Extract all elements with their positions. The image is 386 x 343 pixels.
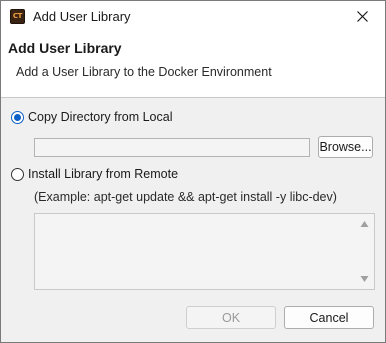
arrow-up-icon[interactable] <box>360 220 369 228</box>
close-button[interactable] <box>339 1 385 32</box>
add-user-library-dialog: CT Add User Library Add User Library Add… <box>0 0 386 343</box>
close-icon <box>356 11 368 22</box>
directory-path-input[interactable] <box>34 138 310 157</box>
ok-button[interactable]: OK <box>186 306 276 329</box>
title-bar: CT Add User Library <box>1 1 385 32</box>
install-remote-label: Install Library from Remote <box>28 167 179 181</box>
page-title: Add User Library <box>8 40 122 56</box>
page-description: Add a User Library to the Docker Environ… <box>16 65 272 79</box>
remote-commands-textarea[interactable] <box>34 213 375 290</box>
remote-example-text: (Example: apt-get update && apt-get inst… <box>34 190 337 204</box>
install-remote-option[interactable]: Install Library from Remote <box>11 167 178 181</box>
browse-button[interactable]: Browse... <box>318 136 373 158</box>
copy-local-label: Copy Directory from Local <box>28 110 173 124</box>
header-banner: Add User Library Add a User Library to t… <box>1 32 385 98</box>
copy-local-option[interactable]: Copy Directory from Local <box>11 110 173 124</box>
copy-local-radio[interactable] <box>11 110 24 124</box>
arrow-down-icon[interactable] <box>360 275 369 283</box>
window-title: Add User Library <box>33 9 131 24</box>
cancel-button[interactable]: Cancel <box>284 306 374 329</box>
install-remote-radio[interactable] <box>11 167 24 181</box>
app-logo-icon: CT <box>10 9 25 24</box>
